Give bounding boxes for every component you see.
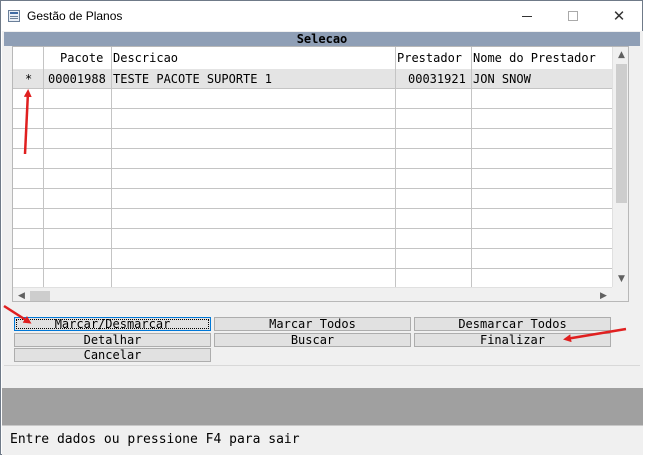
grey-panel (2, 388, 643, 425)
maximize-icon (568, 11, 578, 21)
marcar-desmarcar-button[interactable]: Marcar/Desmarcar (14, 317, 211, 331)
column-divider (111, 47, 112, 287)
row-divider (13, 88, 613, 89)
horizontal-scroll-thumb[interactable] (30, 291, 50, 301)
row-divider (13, 208, 613, 209)
cancelar-button[interactable]: Cancelar (14, 348, 211, 362)
separator (4, 365, 640, 366)
row-nome-cell[interactable]: JON SNOW (473, 72, 531, 86)
grid-header: Pacote Descricao Prestador Nome do Prest… (13, 47, 613, 69)
selection-grid[interactable]: Pacote Descricao Prestador Nome do Prest… (12, 46, 629, 302)
close-button[interactable]: ✕ (596, 1, 642, 31)
finalizar-button[interactable]: Finalizar (414, 333, 611, 347)
column-header-pacote[interactable]: Pacote (60, 51, 103, 65)
row-divider (13, 188, 613, 189)
title-bar[interactable]: Gestão de Planos ✕ (1, 1, 642, 31)
scroll-down-icon[interactable]: ▼ (613, 271, 628, 287)
column-divider (471, 47, 472, 287)
scrollbar-corner (612, 287, 628, 301)
status-bar: Entre dados ou pressione F4 para sair (2, 425, 643, 455)
row-divider (13, 128, 613, 129)
maximize-button[interactable] (550, 1, 596, 31)
vertical-scrollbar[interactable]: ▲ ▼ (612, 47, 628, 287)
marcar-todos-button[interactable]: Marcar Todos (214, 317, 411, 331)
column-header-nome-prestador[interactable]: Nome do Prestador (473, 51, 596, 65)
horizontal-scrollbar[interactable]: ◀ ▶ (13, 287, 613, 301)
column-header-prestador[interactable]: Prestador (397, 51, 462, 65)
app-icon (8, 10, 20, 22)
buscar-button[interactable]: Buscar (214, 333, 411, 347)
row-divider (13, 108, 613, 109)
desmarcar-todos-button[interactable]: Desmarcar Todos (414, 317, 611, 331)
dialog-body: Selecao Pacote Descricao Prestador Nome … (2, 31, 643, 455)
row-divider (13, 228, 613, 229)
row-divider (13, 248, 613, 249)
detalhar-button[interactable]: Detalhar (14, 333, 211, 347)
column-header-descricao[interactable]: Descricao (113, 51, 178, 65)
row-divider (13, 168, 613, 169)
column-divider (43, 47, 44, 287)
row-divider (13, 268, 613, 269)
minimize-button[interactable] (504, 1, 550, 31)
row-mark-cell[interactable]: * (25, 72, 32, 86)
scroll-up-icon[interactable]: ▲ (613, 47, 628, 63)
row-pacote-cell[interactable]: 00001988 (48, 72, 106, 86)
close-icon: ✕ (612, 6, 626, 25)
row-prestador-cell[interactable]: 00031921 (408, 72, 466, 86)
scroll-right-icon[interactable]: ▶ (595, 288, 612, 301)
column-divider (395, 47, 396, 287)
minimize-icon (522, 15, 532, 17)
scroll-left-icon[interactable]: ◀ (13, 288, 30, 301)
app-window: Gestão de Planos ✕ Selecao Pacote Descri… (0, 0, 643, 455)
window-title: Gestão de Planos (27, 9, 123, 23)
row-descricao-cell[interactable]: TESTE PACOTE SUPORTE 1 (113, 72, 272, 86)
vertical-scroll-thumb[interactable] (616, 64, 627, 203)
row-divider (13, 148, 613, 149)
status-message: Entre dados ou pressione F4 para sair (10, 432, 300, 447)
selection-panel-header: Selecao (4, 32, 640, 46)
